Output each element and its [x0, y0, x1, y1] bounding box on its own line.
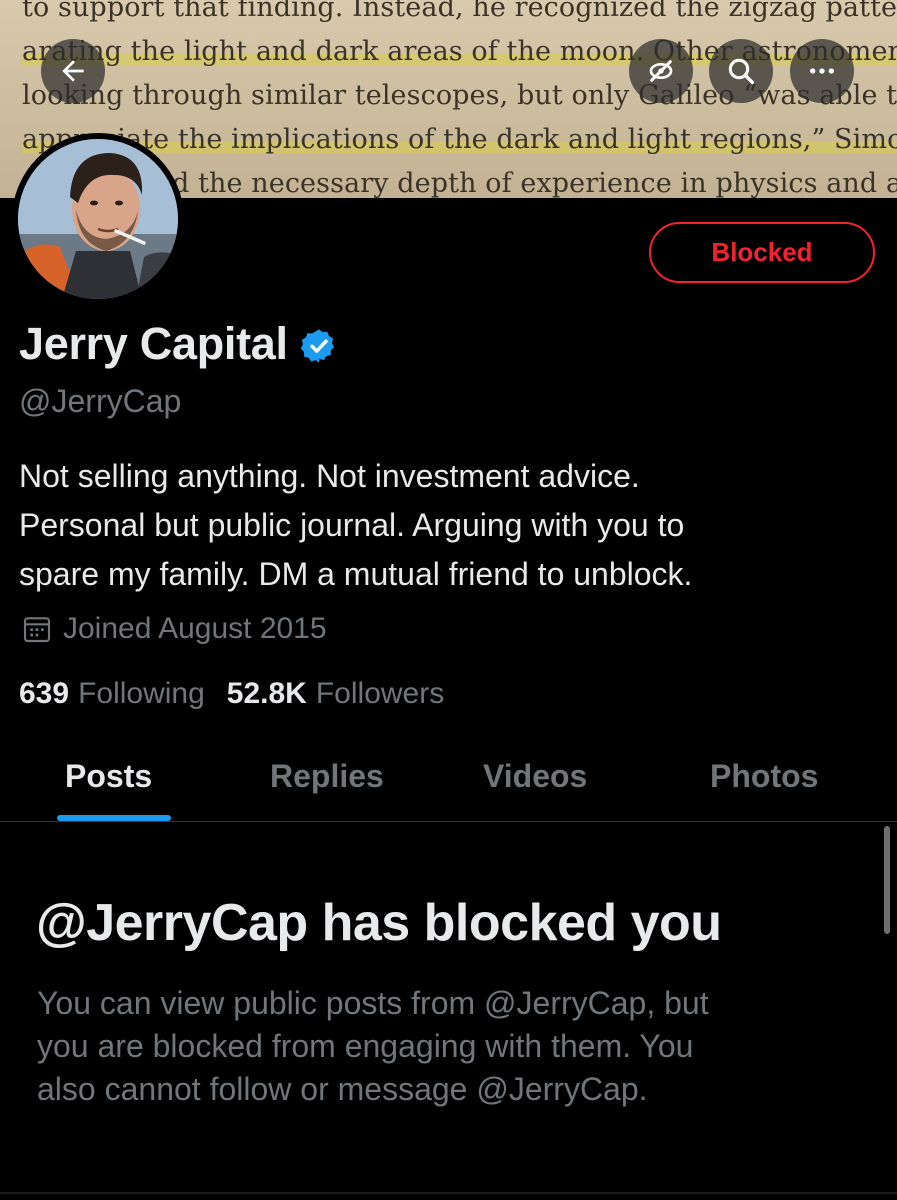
followers-label[interactable]: Followers	[316, 677, 444, 711]
bio-line: Not selling anything. Not investment adv…	[19, 458, 640, 494]
eye-slash-icon	[649, 60, 673, 82]
profile-tabs: Posts Replies Videos Photos	[0, 740, 897, 822]
verified-badge-icon[interactable]	[300, 327, 338, 365]
tab-videos[interactable]: Videos	[483, 758, 587, 795]
blocked-notice-line: also cannot follow or message @JerryCap.	[37, 1071, 648, 1107]
tab-photos[interactable]: Photos	[710, 758, 818, 795]
bio: Not selling anything. Not investment adv…	[19, 452, 879, 599]
joined-date-row: Joined August 2015	[21, 612, 327, 646]
blocked-notice-line: you are blocked from engaging with them.…	[37, 1028, 694, 1064]
blocked-button[interactable]: Blocked	[649, 222, 875, 283]
hide-button[interactable]	[629, 39, 693, 103]
search-icon	[728, 58, 754, 84]
following-label[interactable]: Following	[78, 677, 205, 711]
joined-date: Joined August 2015	[63, 612, 327, 645]
followers-count[interactable]: 52.8K	[227, 677, 307, 711]
search-button[interactable]	[709, 39, 773, 103]
name-row: Jerry Capital	[19, 318, 338, 370]
tab-posts[interactable]: Posts	[65, 758, 152, 795]
user-handle: @JerryCap	[19, 383, 182, 419]
following-count[interactable]: 639	[19, 677, 69, 711]
avatar[interactable]	[12, 133, 184, 305]
bottom-divider	[0, 1192, 897, 1194]
bio-line: Personal but public journal. Arguing wit…	[19, 507, 685, 543]
back-button[interactable]	[41, 39, 105, 103]
follow-stats: 639 Following 52.8K Followers	[19, 677, 466, 711]
blocked-notice-title: @JerryCap has blocked you	[36, 894, 722, 952]
tabs-divider	[0, 821, 897, 822]
tab-replies[interactable]: Replies	[270, 758, 384, 795]
calendar-icon	[23, 617, 51, 643]
avatar-illustration	[18, 139, 178, 299]
display-name: Jerry Capital	[19, 318, 288, 369]
bio-line: spare my family. DM a mutual friend to u…	[19, 556, 693, 592]
scrollbar[interactable]	[884, 826, 890, 934]
banner-line: to support that finding. Instead, he rec…	[22, 0, 897, 23]
more-horizontal-icon	[810, 68, 834, 74]
arrow-left-icon	[62, 60, 84, 82]
blocked-notice-line: You can view public posts from @JerryCap…	[37, 985, 709, 1021]
blocked-notice-description: You can view public posts from @JerryCap…	[37, 982, 857, 1111]
avatar-photo	[18, 139, 178, 299]
more-button[interactable]	[790, 39, 854, 103]
